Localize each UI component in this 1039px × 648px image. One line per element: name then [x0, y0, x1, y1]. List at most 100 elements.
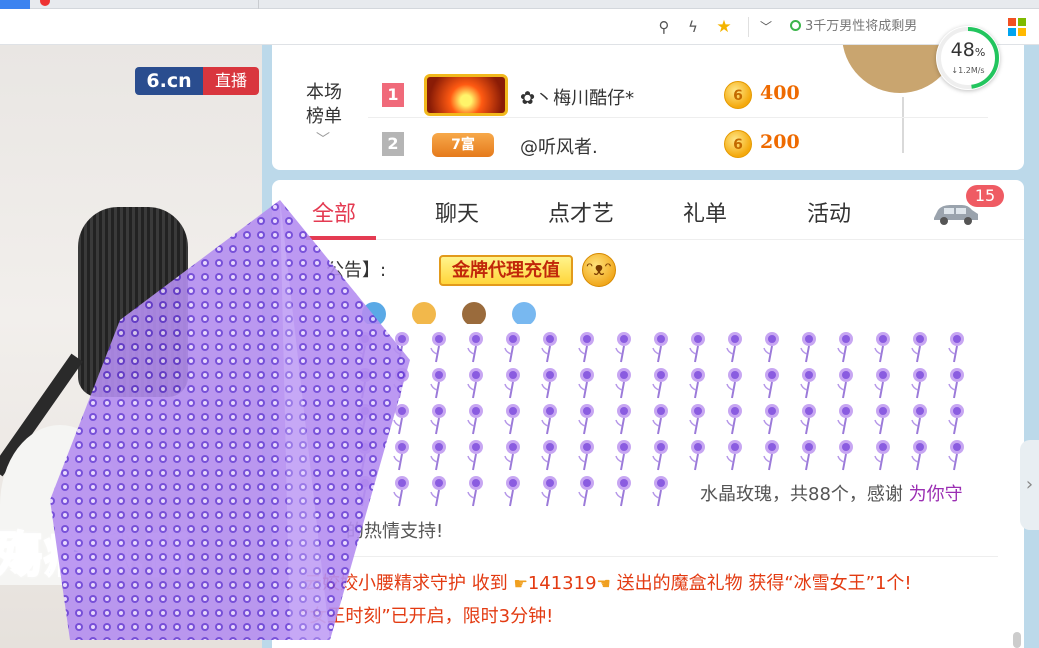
lightning-icon[interactable]: ϟ [682, 16, 704, 38]
crystal-rose-icon [763, 440, 779, 471]
crystal-rose-icon [578, 476, 594, 507]
crystal-rose-icon [726, 332, 742, 363]
crystal-rose-icon [689, 404, 705, 435]
pointing-hand-icon: ☛ [513, 574, 528, 593]
rank-score: 200 [760, 131, 800, 153]
crystal-rose-icon [356, 404, 372, 435]
crystal-rose-icon [615, 440, 631, 471]
chat-tabs: 全部 聊天 点才艺 礼单 活动 15 [272, 180, 1024, 240]
crystal-rose-icon [948, 404, 964, 435]
crystal-rose-icon [393, 332, 409, 363]
crystal-rose-icon [430, 440, 446, 471]
toolbar-separator [748, 17, 749, 37]
crystal-rose-icon [615, 332, 631, 363]
tab-all[interactable]: 全部 [312, 196, 356, 228]
crystal-rose-icon [911, 440, 927, 471]
live-video[interactable]: 6.cn 直播 殤痛我背 [0, 45, 262, 648]
crystal-rose-icon [800, 332, 816, 363]
tab-favicon-icon [40, 0, 50, 6]
chat-card: 全部 聊天 点才艺 礼单 活动 15 公告】: 金牌代理充值 ᵔᴥᵔ 水晶玫瑰，… [272, 180, 1024, 648]
crystal-rose-icon [356, 476, 372, 507]
grin-emoji-icon: ᵔᴥᵔ [582, 253, 616, 287]
crystal-rose-icon [800, 440, 816, 471]
coin-icon: 6 [724, 130, 752, 158]
chevron-down-icon[interactable]: ﹀ [316, 129, 330, 149]
crystal-rose-icon [615, 368, 631, 399]
crystal-rose-icon [393, 368, 409, 399]
crystal-rose-icon [578, 368, 594, 399]
crystal-rose-icon [726, 368, 742, 399]
ranking-row[interactable]: 2 7富 @听风者. 6 200 [368, 121, 988, 167]
coin-icon: 6 [724, 81, 752, 109]
car-count-badge: 15 [966, 185, 1004, 207]
crystal-rose-icon [763, 332, 779, 363]
crystal-rose-icon [504, 440, 520, 471]
chevron-right-icon[interactable]: › [1020, 440, 1039, 530]
crown-badge-icon [424, 74, 508, 116]
crystal-rose-icon [689, 368, 705, 399]
ranking-row[interactable]: 1 ✿丶梅川酷仔* 6 400 [368, 72, 988, 118]
crystal-rose-icon [356, 440, 372, 471]
gift-message: 水晶玫瑰，共88个，感谢 为你守 [700, 484, 963, 505]
star-bookmark-icon[interactable]: ★ [713, 16, 735, 38]
crystal-rose-icon [504, 404, 520, 435]
tab-gift-list[interactable]: 礼单 [683, 196, 727, 228]
crystal-rose-icon [874, 368, 890, 399]
crystal-rose-icon [504, 476, 520, 507]
crystal-rose-icon [467, 440, 483, 471]
crystal-rose-icon [763, 368, 779, 399]
chevron-down-icon[interactable]: ﹀ [755, 16, 777, 38]
crystal-rose-icon [615, 404, 631, 435]
tab-activity[interactable]: 活动 [807, 196, 851, 228]
crystal-rose-icon [541, 404, 557, 435]
browser-tab-bar [0, 0, 1039, 9]
crystal-rose-icon [726, 404, 742, 435]
crystal-rose-icon [837, 404, 853, 435]
microphone-image [78, 207, 188, 397]
apps-grid-icon[interactable] [1008, 18, 1026, 36]
chat-divider [302, 556, 998, 557]
crystal-rose-icon [837, 332, 853, 363]
crystal-rose-icon [356, 368, 372, 399]
crystal-rose-icon [911, 368, 927, 399]
crystal-rose-icon [911, 332, 927, 363]
rank-user-name[interactable]: ✿丶梅川酷仔* [520, 84, 634, 110]
pointing-hand-icon: ☚ [596, 574, 611, 593]
tab-chat[interactable]: 聊天 [435, 196, 479, 228]
crystal-rose-icon [393, 476, 409, 507]
crystal-rose-icon [467, 368, 483, 399]
crystal-rose-icon [393, 440, 409, 471]
browser-toolbar: ⚲ ϟ ★ ﹀ 3千万男性将成剩男 [0, 9, 1039, 45]
crystal-rose-icon [393, 404, 409, 435]
chat-scrollbar[interactable] [1013, 632, 1021, 648]
crystal-rose-icon [689, 440, 705, 471]
crystal-rose-icon [689, 332, 705, 363]
crystal-rose-icon [800, 368, 816, 399]
gift-message-cont: 的热情支持! [346, 521, 444, 542]
video-caption: 殤痛我背 [0, 526, 195, 584]
search-suggestion[interactable]: 3千万男性将成剩男 [790, 18, 960, 36]
crystal-rose-icon [615, 476, 631, 507]
crystal-rose-icon [504, 368, 520, 399]
crystal-rose-icon [541, 368, 557, 399]
zoom-icon[interactable]: ⚲ [653, 16, 675, 38]
gift-sender-link[interactable]: 为你守 [909, 484, 963, 505]
crystal-rose-icon [652, 368, 668, 399]
chat-message-partial [362, 302, 922, 324]
crystal-rose-icon [874, 404, 890, 435]
rank-user-name[interactable]: @听风者. [520, 133, 598, 159]
crystal-rose-icon [652, 476, 668, 507]
crystal-rose-icon [541, 332, 557, 363]
gold-agent-recharge-button[interactable]: 金牌代理充值 [439, 255, 573, 286]
crystal-rose-icon [948, 332, 964, 363]
crystal-rose-icon [578, 332, 594, 363]
active-tab[interactable] [0, 0, 30, 9]
rank-number: 2 [382, 132, 404, 156]
crystal-rose-icon [874, 332, 890, 363]
tab-performance[interactable]: 点才艺 [548, 196, 614, 228]
speed-percent: 48% [950, 39, 986, 61]
crystal-rose-icon [652, 404, 668, 435]
ranking-title[interactable]: 本场 榜单 [304, 81, 344, 129]
network-speed-widget[interactable]: 48% ↓1.2M/s [936, 26, 1000, 90]
crystal-rose-icon [578, 404, 594, 435]
